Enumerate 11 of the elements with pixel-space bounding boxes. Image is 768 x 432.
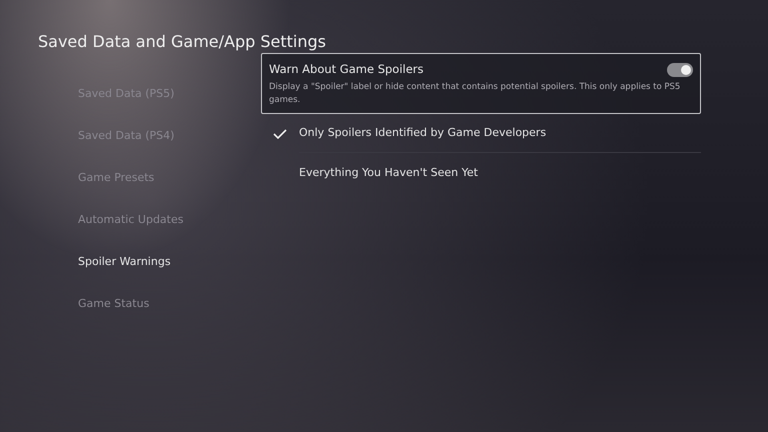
page-title: Saved Data and Game/App Settings [38,31,327,53]
sidebar-item[interactable]: Game Status [78,283,223,325]
option-label[interactable]: Only Spoilers Identified by Game Developers [299,125,546,142]
sidebar-item[interactable]: Automatic Updates [78,199,223,241]
setting-label: Warn About Game Spoilers [269,61,424,78]
sidebar-item[interactable]: Game Presets [78,157,223,199]
spoiler-setting-card[interactable]: Warn About Game Spoilers Display a "Spoiler" label or hide content that contains potential spoilers. This only applies to PS5 games. [261,53,701,114]
toggle-switch[interactable] [667,62,693,77]
option-label[interactable]: Everything You Haven't Seen Yet [299,164,478,181]
setting-description: Display a "Spoiler" label or hide content that contains potential spoilers. This only applies to PS5 games. [269,81,682,108]
sidebar-item[interactable]: Spoiler Warnings [78,241,223,283]
